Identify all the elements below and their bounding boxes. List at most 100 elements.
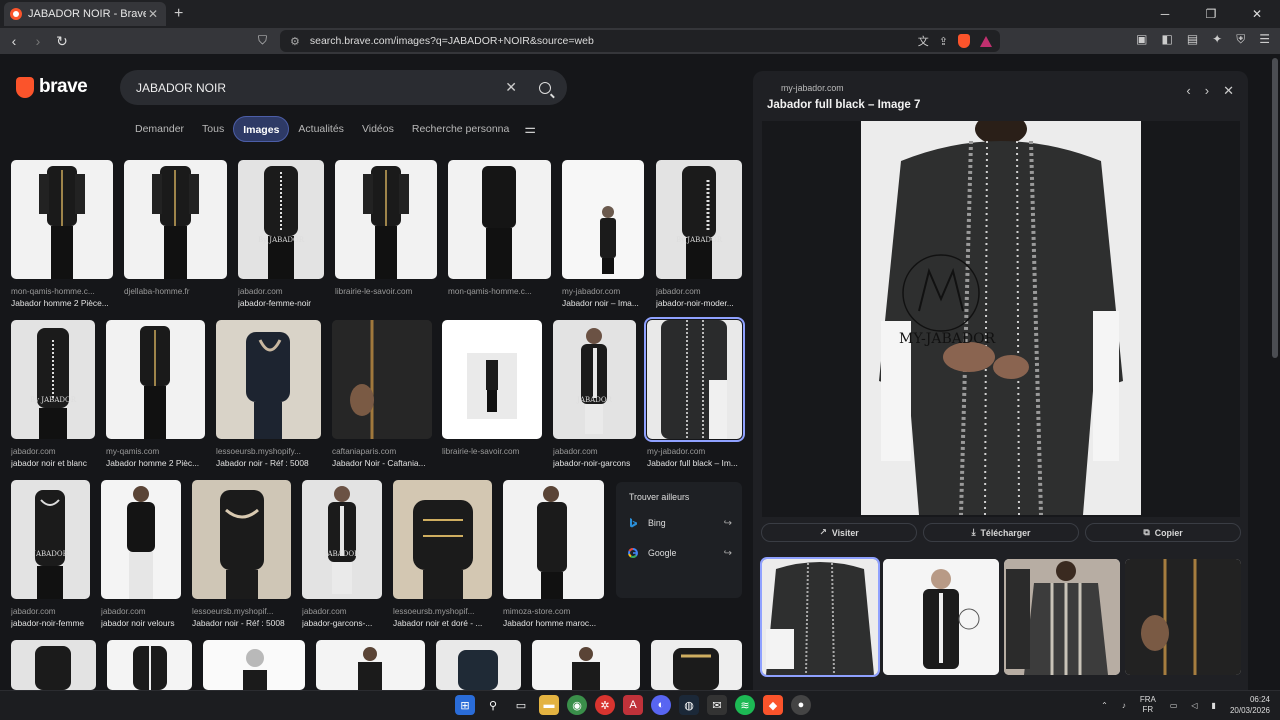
image-result[interactable]	[332, 320, 432, 439]
result-source[interactable]: librairie-le-savoir.com	[335, 287, 437, 296]
result-source[interactable]: mon-qamis-homme.c...	[11, 287, 113, 296]
image-result[interactable]	[436, 640, 521, 690]
image-result[interactable]	[503, 480, 604, 599]
network-icon[interactable]: ▭	[1170, 701, 1178, 710]
result-title[interactable]: jabador noir et blanc	[11, 458, 101, 468]
result-source[interactable]: jabador.com	[656, 287, 742, 296]
result-title[interactable]: Jabador homme maroc...	[503, 618, 604, 628]
image-result[interactable]	[393, 480, 492, 599]
result-title[interactable]: jabador-garcons-...	[302, 618, 382, 628]
image-result[interactable]	[11, 640, 96, 690]
tray-overflow-icon[interactable]: ⌃	[1101, 701, 1108, 710]
close-preview-button[interactable]: ✕	[1223, 83, 1234, 99]
minimize-button[interactable]: ─	[1142, 0, 1188, 28]
reading-list-icon[interactable]: ▣	[1136, 32, 1147, 47]
steam-icon[interactable]: ◍	[679, 695, 699, 715]
battery-icon[interactable]: ▮	[1212, 701, 1216, 710]
result-title[interactable]: jabador-noir-moder...	[656, 298, 742, 308]
image-result[interactable]: JABADOR	[11, 480, 90, 599]
result-title[interactable]: jabador-noir-femme	[11, 618, 101, 628]
preview-source[interactable]: my-jabador.com	[781, 83, 844, 93]
result-source[interactable]: lessoeursb.myshopif...	[393, 607, 492, 616]
copy-button[interactable]: ⧉ Copier	[1085, 523, 1241, 542]
clear-search-icon[interactable]: ✕	[505, 79, 517, 96]
related-image[interactable]	[1004, 559, 1120, 675]
image-result[interactable]: JABADOR	[302, 480, 382, 599]
result-title[interactable]: jabador-noir-garcons	[553, 458, 643, 468]
windows-start-icon[interactable]: ⊞	[455, 695, 475, 715]
tab-demander[interactable]: Demander	[126, 116, 193, 142]
result-title[interactable]: Jabador noir et doré - ...	[393, 618, 492, 628]
preview-image[interactable]: MY-JABADOR	[861, 121, 1141, 515]
result-source[interactable]: djellaba-homme.fr	[124, 287, 227, 296]
tab-tous[interactable]: Tous	[193, 116, 233, 142]
maximize-button[interactable]: ❐	[1188, 0, 1234, 28]
microphone-icon[interactable]: ♪	[1122, 701, 1126, 710]
result-source[interactable]: jabador.com	[238, 287, 324, 296]
menu-icon[interactable]: ☰	[1259, 32, 1270, 47]
brave-taskbar-icon[interactable]: ◆	[763, 695, 783, 715]
image-result[interactable]: By JABADOR	[11, 320, 95, 439]
related-image-selected[interactable]	[760, 557, 880, 677]
result-source[interactable]: jabador.com	[302, 607, 382, 616]
result-source[interactable]: my-jabador.com	[562, 287, 644, 296]
image-result[interactable]: By JABADOR	[656, 160, 742, 279]
result-source[interactable]: mon-qamis-homme.c...	[448, 287, 551, 296]
search-box[interactable]: JABADOR NOIR ✕	[120, 70, 567, 105]
app-icon-red[interactable]: ✲	[595, 695, 615, 715]
image-result[interactable]	[651, 640, 742, 690]
leo-ai-icon[interactable]: ✦	[1212, 32, 1222, 47]
result-title[interactable]: jabador-femme-noir	[238, 298, 324, 308]
related-image[interactable]	[883, 559, 999, 675]
visit-button[interactable]: ↗ Visiter	[761, 523, 917, 542]
image-result[interactable]	[101, 480, 181, 599]
brave-rewards-icon[interactable]	[980, 35, 992, 47]
forward-button[interactable]: ›	[28, 33, 48, 49]
find-on-google-link[interactable]: Google ↪	[628, 544, 732, 562]
file-explorer-icon[interactable]: ▬	[539, 695, 559, 715]
image-result[interactable]: JABADOR	[553, 320, 636, 439]
result-title[interactable]: Jabador Noir - Caftania...	[332, 458, 432, 468]
share-icon[interactable]: ⇪	[939, 35, 948, 48]
brave-shields-icon[interactable]	[958, 34, 970, 48]
image-result[interactable]	[448, 160, 551, 279]
tab-videos[interactable]: Vidéos	[353, 116, 403, 142]
result-title[interactable]: Jabador noir – Ima...	[562, 298, 644, 308]
image-result[interactable]	[107, 640, 192, 690]
browser-tab[interactable]: JABADOR NOIR - Brave Search ✕	[4, 2, 166, 26]
app-icon-dark[interactable]: ●	[791, 695, 811, 715]
result-source[interactable]: caftaniaparis.com	[332, 447, 432, 456]
find-on-bing-link[interactable]: Bing ↪	[628, 514, 732, 532]
chrome-icon[interactable]: ◉	[567, 695, 587, 715]
volume-icon[interactable]: ◁	[1191, 701, 1197, 710]
app-icon-a[interactable]: A	[623, 695, 643, 715]
tab-close-icon[interactable]: ✕	[146, 7, 160, 21]
image-result[interactable]	[335, 160, 437, 279]
image-result[interactable]	[316, 640, 425, 690]
clock[interactable]: 06:24 20/03/2026	[1230, 694, 1270, 716]
close-window-button[interactable]: ✕	[1234, 0, 1280, 28]
result-source[interactable]: jabador.com	[553, 447, 636, 456]
next-image-button[interactable]: ›	[1205, 83, 1209, 99]
result-source[interactable]: jabador.com	[11, 447, 95, 456]
tab-images[interactable]: Images	[233, 116, 290, 142]
related-image[interactable]	[1125, 559, 1241, 675]
tab-actualites[interactable]: Actualités	[289, 116, 353, 142]
result-title[interactable]: jabador noir velours	[101, 618, 191, 628]
page-scrollbar[interactable]	[1272, 58, 1278, 358]
app-icon-mail[interactable]: ✉	[707, 695, 727, 715]
reload-button[interactable]: ↻	[52, 33, 72, 50]
result-source[interactable]: mimoza-store.com	[503, 607, 604, 616]
result-source[interactable]: lessoeursb.myshopify...	[216, 447, 321, 456]
download-button[interactable]: ⤓ Télécharger	[923, 523, 1079, 542]
result-source[interactable]: my-qamis.com	[106, 447, 205, 456]
back-button[interactable]: ‹	[4, 33, 24, 49]
result-source[interactable]: my-jabador.com	[647, 447, 742, 456]
language-indicator[interactable]: FRA FR	[1140, 695, 1156, 715]
image-result[interactable]	[124, 160, 227, 279]
previous-image-button[interactable]: ‹	[1186, 83, 1190, 99]
result-source[interactable]: librairie-le-savoir.com	[442, 447, 542, 456]
result-title[interactable]: Jabador full black – Im...	[647, 458, 742, 468]
image-result[interactable]	[11, 160, 113, 279]
new-tab-button[interactable]: +	[174, 5, 183, 23]
